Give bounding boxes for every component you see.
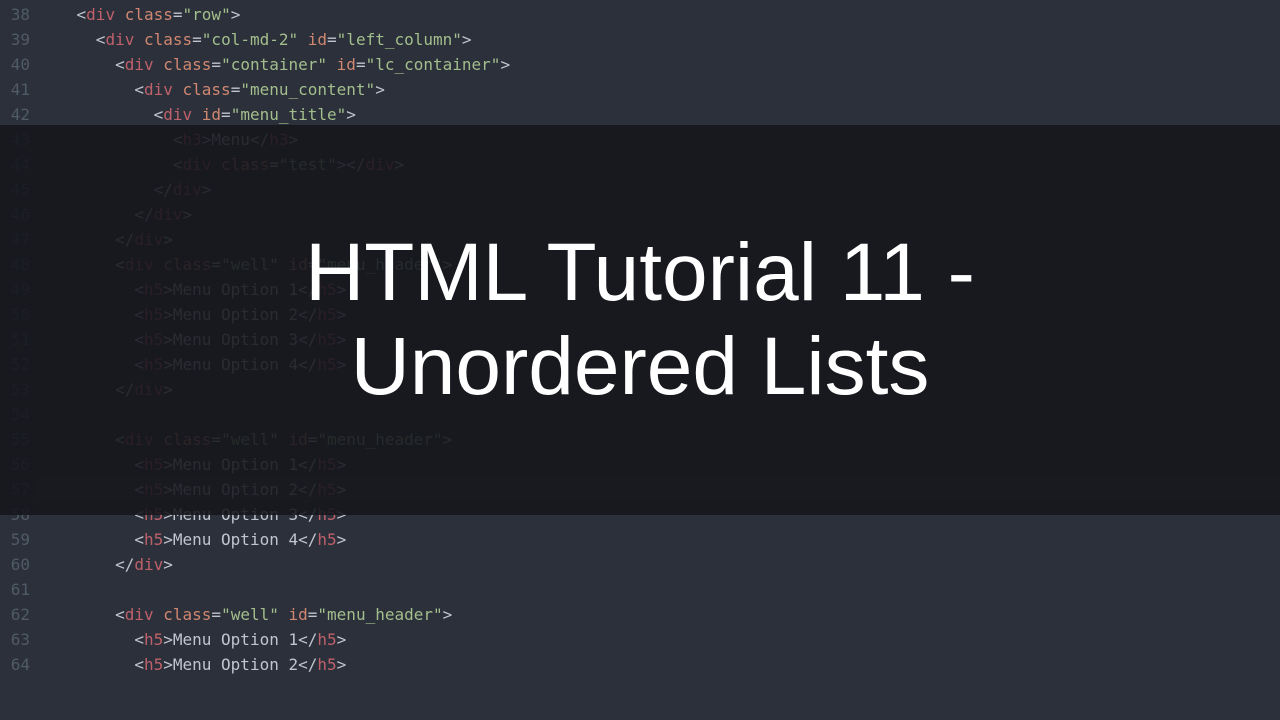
- code-line[interactable]: [38, 577, 1280, 602]
- code-line[interactable]: <div class="col-md-2" id="left_column">: [38, 27, 1280, 52]
- line-number: 64: [0, 652, 30, 677]
- line-number: 42: [0, 102, 30, 127]
- line-number: 39: [0, 27, 30, 52]
- code-line[interactable]: <div class="menu_content">: [38, 77, 1280, 102]
- line-number: 60: [0, 552, 30, 577]
- line-number: 63: [0, 627, 30, 652]
- code-line[interactable]: </div>: [38, 552, 1280, 577]
- line-number: 40: [0, 52, 30, 77]
- line-number: 59: [0, 527, 30, 552]
- code-line[interactable]: <div id="menu_title">: [38, 102, 1280, 127]
- overlay-title-line1: HTML Tutorial 11 -: [305, 226, 975, 320]
- code-line[interactable]: <h5>Menu Option 2</h5>: [38, 652, 1280, 677]
- overlay-title-line2: Unordered Lists: [351, 320, 930, 414]
- code-line[interactable]: <div class="well" id="menu_header">: [38, 602, 1280, 627]
- code-line[interactable]: <div class="container" id="lc_container"…: [38, 52, 1280, 77]
- line-number: 62: [0, 602, 30, 627]
- code-line[interactable]: <div class="row">: [38, 2, 1280, 27]
- code-line[interactable]: <h5>Menu Option 4</h5>: [38, 527, 1280, 552]
- code-line[interactable]: <h5>Menu Option 1</h5>: [38, 627, 1280, 652]
- line-number: 41: [0, 77, 30, 102]
- line-number: 61: [0, 577, 30, 602]
- line-number: 38: [0, 2, 30, 27]
- title-overlay: HTML Tutorial 11 - Unordered Lists: [0, 125, 1280, 515]
